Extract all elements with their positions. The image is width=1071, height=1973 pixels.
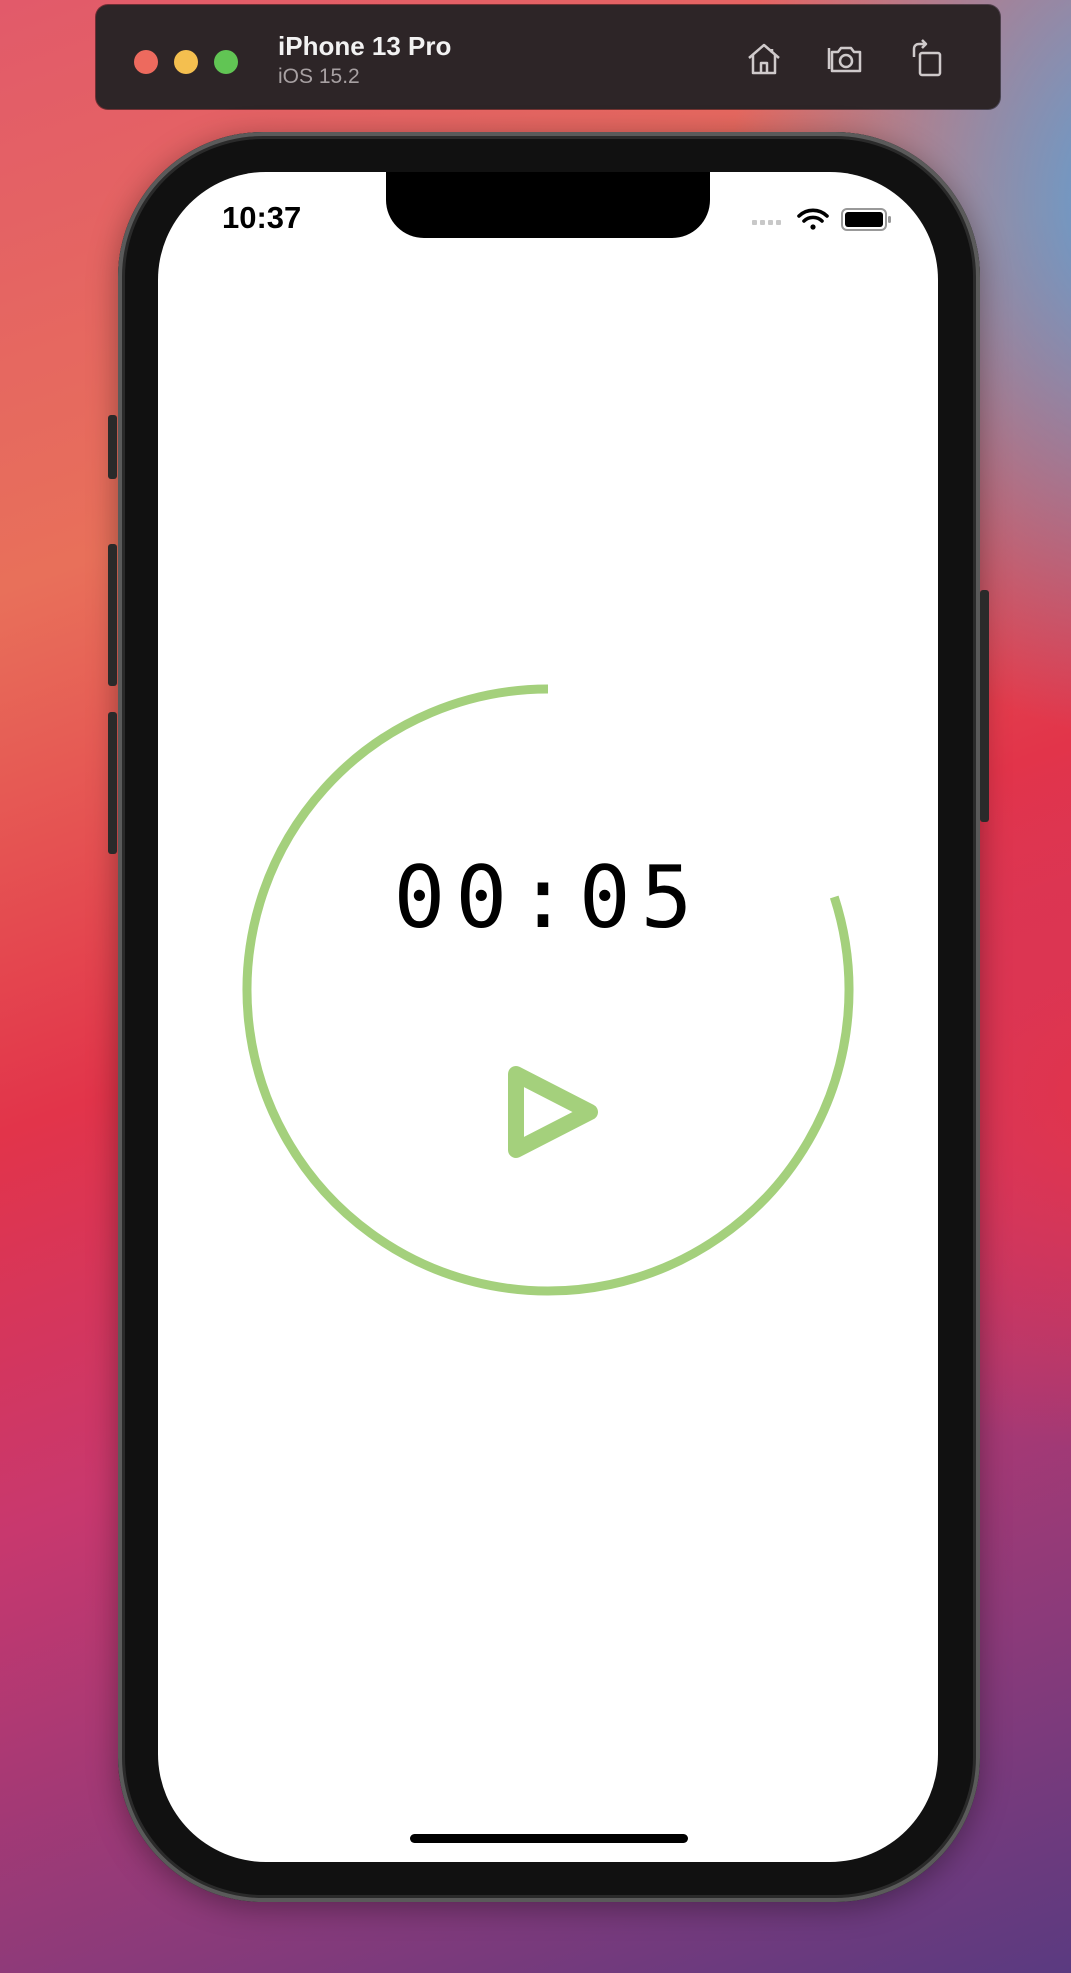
os-version: iOS 15.2 [278,65,360,88]
silent-switch [108,415,117,479]
timer-progress-arc [242,684,854,1296]
volume-up-button [108,544,117,686]
zoom-window-button[interactable] [214,50,238,74]
play-icon [508,1066,598,1158]
home-indicator [410,1834,688,1843]
home-icon[interactable] [744,39,784,79]
volume-down-button [108,712,117,854]
timer-display: 00:05 [393,848,703,948]
close-window-button[interactable] [134,50,158,74]
rotate-icon[interactable] [908,39,948,79]
play-button[interactable] [498,1052,608,1172]
phone-screen: 10:37 00:05 [158,172,938,1862]
device-name: iPhone 13 Pro [278,31,452,61]
timer-ring [242,684,854,1296]
screenshot-icon[interactable] [826,39,866,79]
minimize-window-button[interactable] [174,50,198,74]
simulator-toolbar: iPhone 13 Pro iOS 15.2 [96,5,1000,109]
power-button [980,590,989,822]
